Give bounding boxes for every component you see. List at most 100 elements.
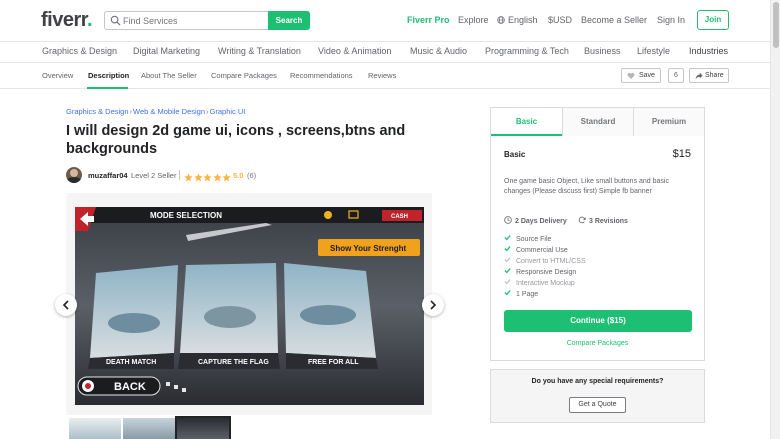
share-icon [695, 72, 703, 80]
mode-death-match: DEATH MATCH [106, 359, 156, 366]
category-writing-translation[interactable]: Writing & Translation [218, 46, 301, 56]
category-graphics-design[interactable]: Graphics & Design [42, 46, 117, 56]
chevron-right-icon [430, 300, 437, 310]
check-icon [504, 257, 511, 263]
divider [179, 170, 180, 180]
active-tab-indicator [87, 87, 128, 89]
gig-gallery[interactable]: MODE SELECTION CASH Show Your Strenght D… [66, 193, 432, 415]
tab-recommendations[interactable]: Recommendations [290, 71, 353, 80]
fiverr-pro-link[interactable]: Fiverr Pro [407, 15, 450, 25]
category-video-animation[interactable]: Video & Animation [318, 46, 391, 56]
review-count[interactable]: (6) [247, 171, 256, 180]
save-count: 6 [668, 68, 684, 83]
game-ui-preview-image: MODE SELECTION CASH Show Your Strenght D… [75, 207, 424, 405]
game-banner-text: Show Your Strenght [330, 244, 406, 253]
breadcrumb: Graphics & Design›Web & Mobile Design›Gr… [66, 107, 246, 116]
clock-icon [504, 216, 512, 224]
feature-interactive-mockup: Interactive Mockup [504, 278, 575, 287]
game-back-label: BACK [114, 381, 146, 393]
category-programming-tech[interactable]: Programming & Tech [485, 46, 569, 56]
thumbnail-3[interactable] [175, 416, 231, 439]
chevron-left-icon [62, 300, 69, 310]
star-icon [203, 173, 212, 182]
feature-convert-html-css: Convert to HTML/CSS [504, 256, 586, 265]
seller-avatar[interactable] [66, 167, 82, 183]
check-icon [504, 246, 511, 252]
currency-selector[interactable]: $USD [548, 15, 572, 25]
star-icon [212, 173, 222, 182]
join-button[interactable]: Join [697, 10, 729, 30]
search-input[interactable] [123, 13, 268, 28]
search-button[interactable]: Search [268, 11, 310, 30]
package-description: One game basic Object, Like small button… [504, 178, 669, 195]
feature-source-file: Source File [504, 234, 551, 243]
seller-name[interactable]: muzaffar04 [88, 171, 128, 180]
requirements-question: Do you have any special requirements? [531, 378, 664, 385]
check-icon [504, 235, 511, 241]
page-scrollbar[interactable] [770, 0, 780, 439]
check-icon [504, 268, 511, 274]
rating-value: 5.0 [233, 171, 244, 180]
package-price: $15 [672, 148, 691, 160]
feature-page-count: 1 Page [504, 289, 538, 298]
breadcrumb-graphic-ui[interactable]: Graphic UI [210, 107, 246, 116]
tab-description[interactable]: Description [88, 71, 129, 80]
gig-title: I will design 2d game ui, icons , screen… [66, 123, 406, 157]
category-lifestyle[interactable]: Lifestyle [637, 46, 670, 56]
scrollbar-thumb[interactable] [773, 2, 779, 48]
top-header: fiverr. Search Fiverr Pro Explore Englis… [0, 0, 770, 42]
breadcrumb-graphics-design[interactable]: Graphics & Design [66, 107, 129, 116]
globe-icon [497, 16, 505, 24]
game-header-text: MODE SELECTION [150, 211, 222, 220]
package-tab-basic[interactable]: Basic [491, 108, 562, 136]
check-icon [504, 290, 511, 296]
sign-in-link[interactable]: Sign In [657, 15, 685, 25]
feature-commercial-use: Commercial Use [504, 245, 568, 254]
share-button[interactable]: Share [689, 68, 729, 83]
refresh-icon [578, 216, 586, 224]
fiverr-logo[interactable]: fiverr. [41, 9, 93, 32]
star-icon [193, 173, 203, 182]
category-digital-marketing[interactable]: Digital Marketing [133, 46, 200, 56]
heart-icon [627, 72, 635, 80]
save-button[interactable]: Save [621, 68, 661, 83]
seller-level: Level 2 Seller [131, 171, 177, 180]
game-cash-label: CASH [391, 214, 408, 220]
breadcrumb-web-mobile-design[interactable]: Web & Mobile Design [133, 107, 205, 116]
gallery-next-button[interactable] [422, 294, 444, 316]
category-menu: Graphics & Design Digital Marketing Writ… [0, 42, 770, 63]
thumbnail-2[interactable] [123, 418, 175, 439]
category-business[interactable]: Business [584, 46, 621, 56]
category-industries[interactable]: Industries [689, 46, 728, 56]
special-requirements-box: Do you have any special requirements? Ge… [490, 369, 705, 423]
package-active-indicator [491, 134, 562, 136]
explore-link[interactable]: Explore [458, 15, 489, 25]
compare-packages-link[interactable]: Compare Packages [491, 340, 704, 347]
revisions-count: 3 Revisions [578, 216, 628, 225]
tab-compare-packages[interactable]: Compare Packages [211, 71, 277, 80]
get-quote-button[interactable]: Get a Quote [569, 397, 626, 413]
package-tab-premium[interactable]: Premium [633, 108, 704, 136]
gallery-prev-button[interactable] [55, 294, 77, 316]
mode-capture-flag: CAPTURE THE FLAG [198, 359, 269, 366]
search-bar: Search [104, 11, 310, 30]
star-icon [222, 173, 231, 182]
tab-reviews[interactable]: Reviews [368, 71, 396, 80]
package-name: Basic [504, 150, 526, 159]
search-icon [110, 15, 121, 26]
tab-overview[interactable]: Overview [42, 71, 73, 80]
feature-responsive-design: Responsive Design [504, 267, 576, 276]
mode-free-for-all: FREE FOR ALL [308, 359, 359, 366]
package-panel: Basic Standard Premium Basic $15 One gam… [490, 107, 705, 361]
package-tab-standard[interactable]: Standard [562, 108, 633, 136]
check-icon [504, 279, 511, 285]
become-seller-link[interactable]: Become a Seller [581, 15, 647, 25]
tab-about-seller[interactable]: About The Seller [141, 71, 197, 80]
thumbnail-1[interactable] [69, 418, 121, 439]
star-icon [184, 173, 193, 182]
continue-button[interactable]: Continue ($15) [504, 310, 692, 332]
star-rating [184, 169, 232, 182]
delivery-time: 2 Days Delivery [504, 216, 567, 225]
category-music-audio[interactable]: Music & Audio [410, 46, 467, 56]
language-selector[interactable]: English [497, 15, 538, 25]
